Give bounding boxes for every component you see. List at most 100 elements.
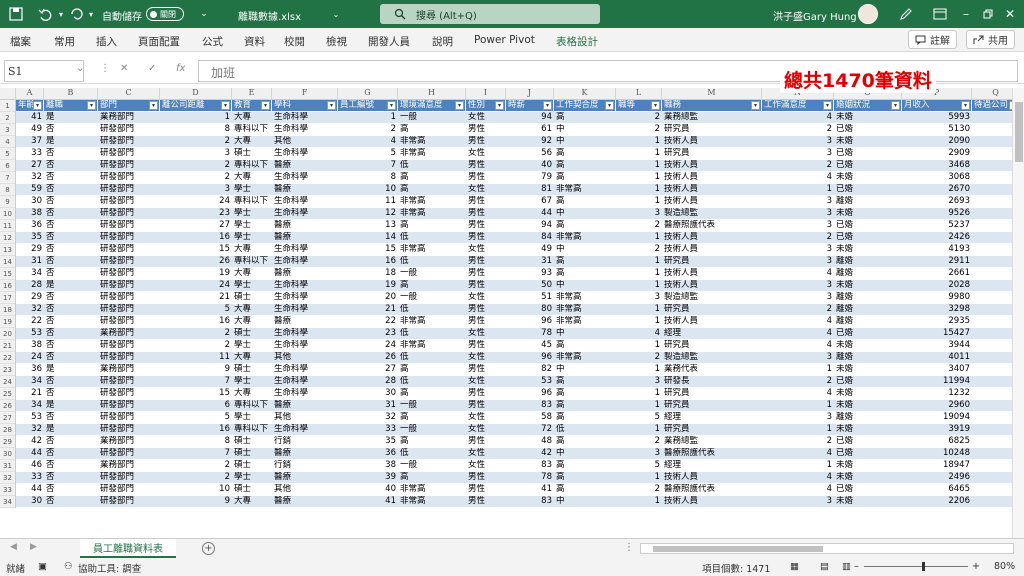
table-cell[interactable]: 2 [762,160,834,171]
table-header-cell[interactable]: 年齡 ▾ [16,100,44,111]
table-cell[interactable]: 96 [506,352,554,363]
table-cell[interactable]: 高 [554,268,616,279]
table-cell[interactable]: 2 [616,112,662,123]
user-name[interactable]: 洪子盛Gary Hung [773,8,857,23]
row-header[interactable]: 18 [0,304,15,316]
table-cell[interactable]: 1 [616,340,662,351]
table-cell[interactable]: 3 [762,148,834,159]
table-cell[interactable]: 1 [616,232,662,243]
normal-view-icon[interactable]: ▦ [790,561,799,572]
table-cell[interactable] [972,268,1012,279]
table-cell[interactable] [972,352,1012,363]
table-cell[interactable]: 一般 [398,112,466,123]
table-cell[interactable]: 中 [554,448,616,459]
table-cell[interactable]: 未婚 [834,400,902,411]
table-cell[interactable]: 2 [160,172,232,183]
table-cell[interactable]: 3468 [902,160,972,171]
table-cell[interactable]: 2 [616,436,662,447]
table-cell[interactable]: 35 [338,436,398,447]
table-cell[interactable]: 非常高 [398,244,466,255]
table-cell[interactable]: 大專 [232,244,272,255]
table-cell[interactable]: 大專 [232,136,272,147]
table-cell[interactable]: 技術人員 [662,280,762,291]
table-cell[interactable]: 中 [554,208,616,219]
table-cell[interactable]: 15 [160,388,232,399]
table-cell[interactable]: 學士 [232,208,272,219]
table-cell[interactable]: 10 [338,184,398,195]
filter-dropdown-icon[interactable]: ▾ [605,101,614,110]
table-cell[interactable]: 否 [44,304,98,315]
table-cell[interactable]: 非常高 [398,340,466,351]
table-cell[interactable]: 已婚 [834,436,902,447]
table-cell[interactable]: 42 [16,436,44,447]
filter-dropdown-icon[interactable]: ▾ [33,101,42,110]
table-cell[interactable]: 3 [762,292,834,303]
table-cell[interactable]: 是 [44,364,98,375]
table-cell[interactable]: 否 [44,124,98,135]
row-header[interactable]: 4 [0,136,15,148]
table-cell[interactable]: 高 [554,388,616,399]
table-cell[interactable]: 3 [762,496,834,507]
table-cell[interactable]: 男性 [466,496,506,507]
table-cell[interactable]: 5993 [902,112,972,123]
table-cell[interactable]: 否 [44,232,98,243]
table-cell[interactable]: 大專 [232,172,272,183]
table-cell[interactable]: 1 [616,316,662,327]
table-cell[interactable]: 未婚 [834,424,902,435]
table-cell[interactable]: 研發部門 [98,412,160,423]
table-cell[interactable] [972,496,1012,507]
pen-icon[interactable] [896,4,916,24]
row-header[interactable]: 20 [0,328,15,340]
row-header[interactable]: 3 [0,124,15,136]
table-cell[interactable]: 31 [16,256,44,267]
column-header[interactable]: K [554,88,616,100]
table-cell[interactable]: 40 [338,484,398,495]
table-cell[interactable]: 9980 [902,292,972,303]
table-cell[interactable]: 2 [762,304,834,315]
table-cell[interactable]: 3 [160,184,232,195]
table-cell[interactable]: 女性 [466,412,506,423]
table-cell[interactable]: 3 [762,256,834,267]
table-cell[interactable]: 中 [554,328,616,339]
table-cell[interactable]: 高 [398,172,466,183]
table-cell[interactable]: 未婚 [834,460,902,471]
table-cell[interactable]: 否 [44,196,98,207]
table-cell[interactable]: 醫療照護代表 [662,484,762,495]
table-cell[interactable]: 49 [16,124,44,135]
table-cell[interactable]: 33 [16,148,44,159]
table-cell[interactable]: 32 [16,172,44,183]
table-cell[interactable]: 碩士 [232,328,272,339]
table-cell[interactable]: 一般 [398,268,466,279]
row-header[interactable]: 29 [0,436,15,448]
table-cell[interactable]: 學士 [232,280,272,291]
table-cell[interactable]: 38 [16,208,44,219]
table-cell[interactable]: 醫療 [272,316,338,327]
table-cell[interactable]: 男性 [466,436,506,447]
table-cell[interactable]: 21 [160,292,232,303]
table-cell[interactable]: 高 [554,460,616,471]
table-cell[interactable]: 男性 [466,172,506,183]
table-cell[interactable]: 醫療 [272,448,338,459]
table-cell[interactable]: 生命科學 [272,328,338,339]
table-cell[interactable]: 未婚 [834,472,902,483]
table-cell[interactable]: 3 [762,220,834,231]
table-cell[interactable]: 已婚 [834,160,902,171]
column-header[interactable]: D [160,88,232,100]
table-cell[interactable]: 21 [16,388,44,399]
table-cell[interactable]: 生命科學 [272,376,338,387]
column-header[interactable]: G [338,88,398,100]
table-cell[interactable]: 31 [506,256,554,267]
table-cell[interactable]: 94 [506,112,554,123]
table-cell[interactable]: 4 [762,112,834,123]
table-cell[interactable]: 研發部門 [98,220,160,231]
table-cell[interactable]: 1 [616,472,662,483]
table-cell[interactable]: 3 [762,412,834,423]
table-cell[interactable]: 中 [554,496,616,507]
table-cell[interactable]: 已婚 [834,184,902,195]
undo-icon[interactable] [36,4,54,24]
tab-help[interactable]: 說明 [432,34,453,49]
table-cell[interactable]: 醫療 [272,400,338,411]
table-cell[interactable]: 製造總監 [662,352,762,363]
table-cell[interactable]: 專科以下 [232,424,272,435]
table-cell[interactable] [972,472,1012,483]
